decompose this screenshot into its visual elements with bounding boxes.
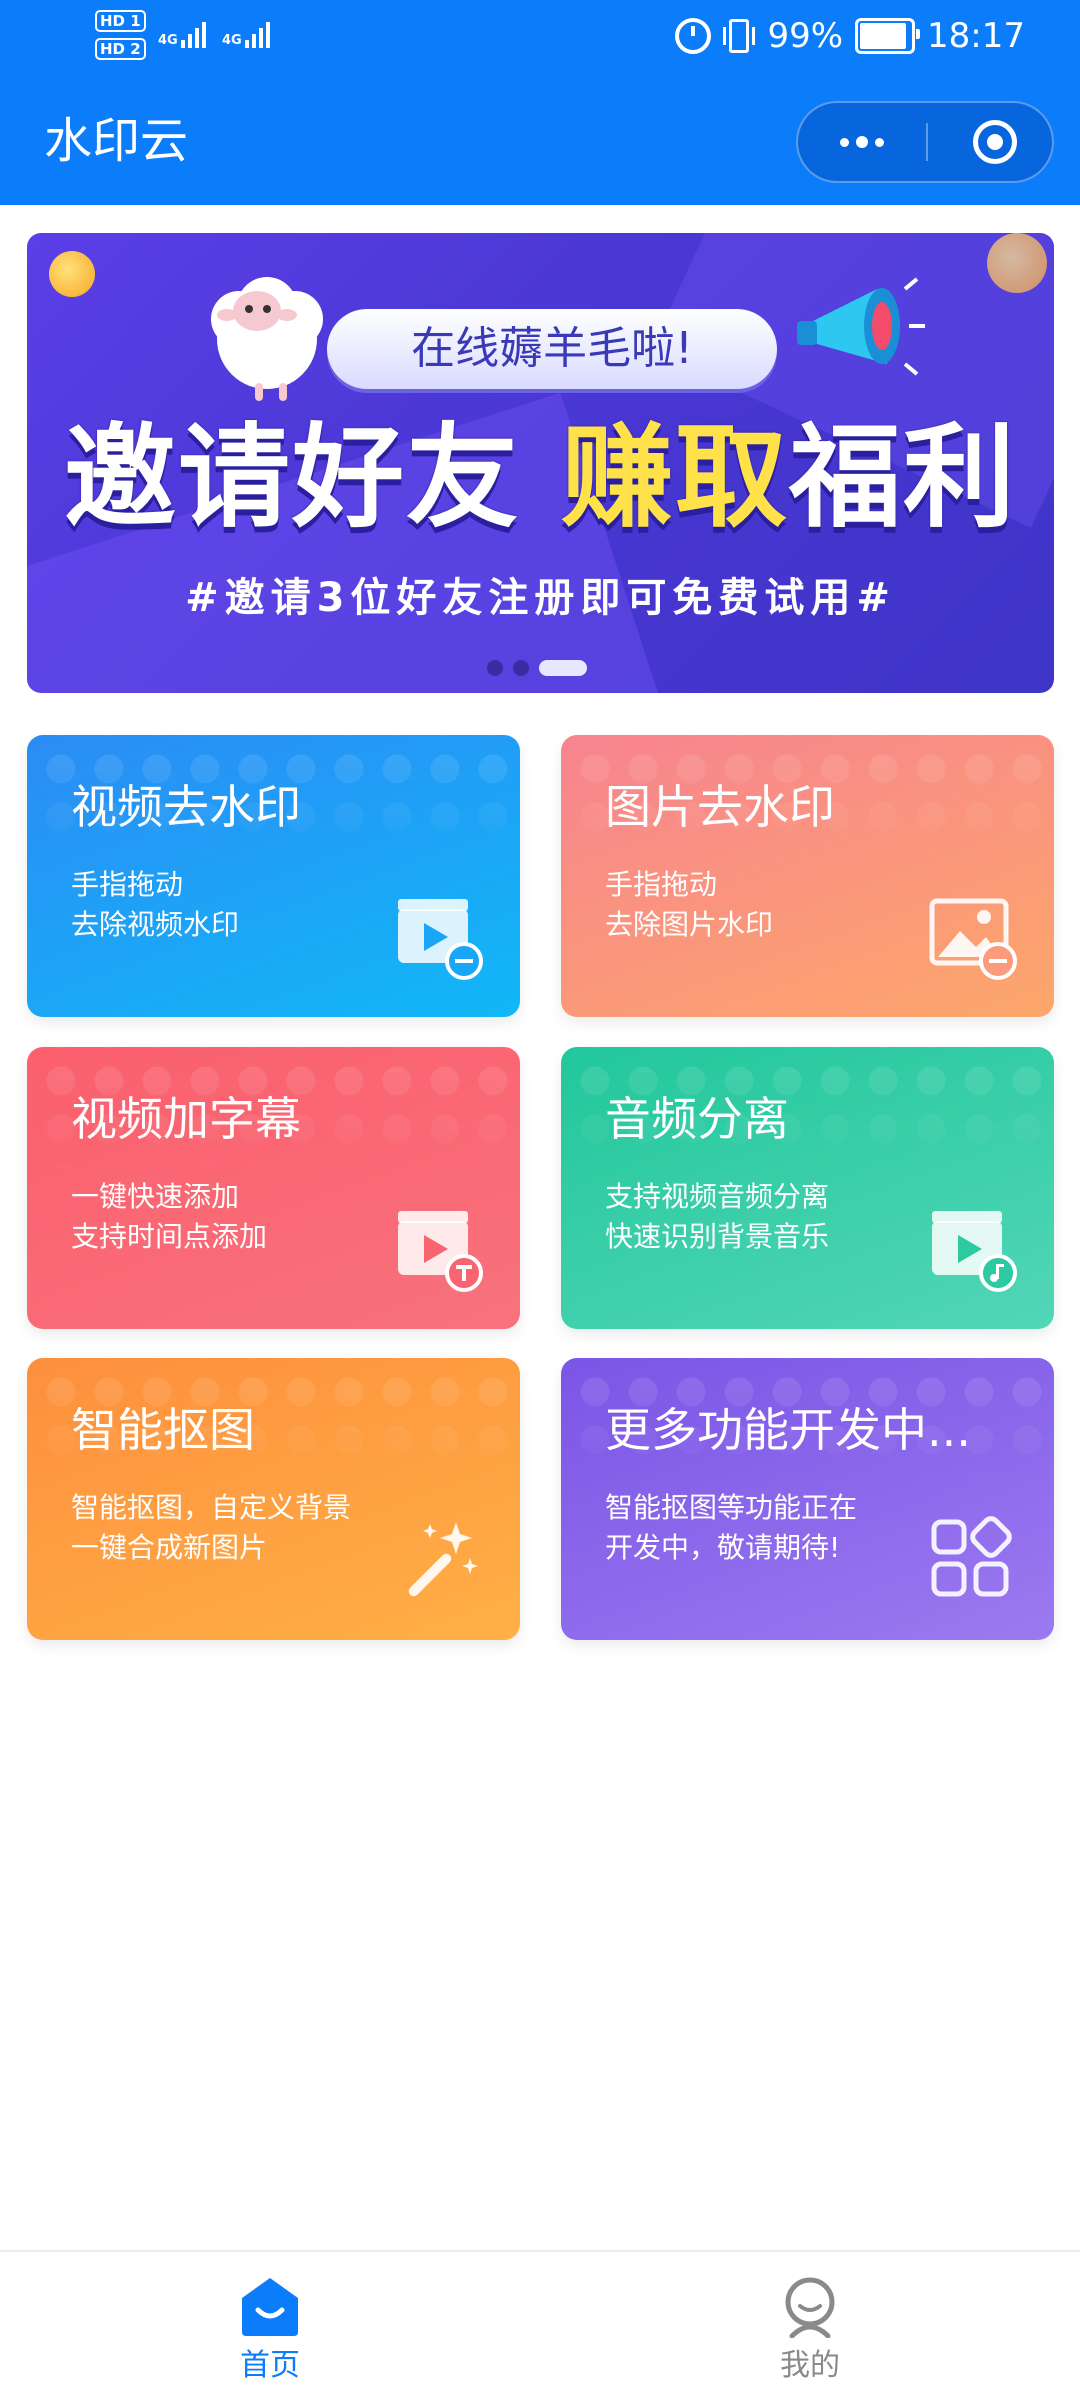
card-title: 更多功能开发中... — [605, 1403, 971, 1457]
promo-banner[interactable]: 在线薅羊毛啦! 邀请好友 赚取福利 #邀请3位好友注册即可免费试用# — [27, 233, 1054, 693]
card-desc-line: 快速识别背景音乐 — [605, 1220, 830, 1253]
feature-card-smart-cutout[interactable]: 智能抠图 智能抠图，自定义背景 一键合成新图片 — [27, 1358, 520, 1640]
feature-card-more-coming[interactable]: 更多功能开发中... 智能抠图等功能正在 开发中，敬请期待! — [561, 1358, 1054, 1640]
page-title: 水印云 — [44, 113, 189, 169]
card-title: 视频去水印 — [71, 780, 301, 834]
pagination-dot[interactable] — [487, 660, 503, 676]
feature-card-video-watermark[interactable]: 视频去水印 手指拖动 去除视频水印 — [27, 735, 520, 1017]
megaphone-icon — [797, 277, 925, 376]
capsule-divider — [926, 123, 928, 161]
card-desc-line: 智能抠图，自定义背景 — [71, 1491, 352, 1524]
banner-pagination — [487, 660, 587, 676]
bottom-tab-bar: 首页 我的 — [0, 2250, 1080, 2402]
pagination-dot[interactable] — [513, 660, 529, 676]
feature-card-audio-separate[interactable]: 音频分离 支持视频音频分离 快速识别背景音乐 — [561, 1047, 1054, 1329]
banner-subtitle: #邀请3位好友注册即可免费试用# — [185, 575, 896, 621]
pagination-dot-active[interactable] — [539, 660, 587, 676]
signal-icon-1: 4G — [158, 18, 206, 48]
battery-percent: 99% — [767, 16, 844, 56]
tab-home[interactable]: 首页 — [0, 2252, 540, 2402]
card-desc-line: 去除视频水印 — [71, 908, 240, 941]
card-description: 智能抠图，自定义背景 一键合成新图片 — [71, 1488, 351, 1568]
image-remove-icon — [929, 898, 1017, 980]
sim1-badge: HD 1 — [95, 10, 146, 32]
top-bar: HD 1 HD 2 4G 4G 99% 18:17 水印云 — [0, 0, 1080, 205]
more-button[interactable] — [798, 103, 926, 181]
home-icon — [242, 2278, 298, 2336]
card-description: 支持视频音频分离 快速识别背景音乐 — [605, 1177, 829, 1257]
headline-part-2: 福利 — [789, 413, 1017, 543]
close-miniprogram-button[interactable] — [973, 120, 1017, 164]
card-description: 智能抠图等功能正在 开发中，敬请期待! — [605, 1488, 857, 1568]
card-title: 智能抠图 — [71, 1403, 255, 1457]
card-desc-line: 智能抠图等功能正在 — [605, 1491, 858, 1524]
status-right: 99% 18:17 — [675, 14, 1025, 58]
sim-indicators: HD 1 HD 2 — [95, 10, 150, 66]
status-bar: HD 1 HD 2 4G 4G 99% 18:17 — [0, 0, 1080, 80]
feature-card-video-subtitle[interactable]: 视频加字幕 一键快速添加 支持时间点添加 — [27, 1047, 520, 1329]
banner-tagline: 在线薅羊毛啦! — [327, 309, 777, 389]
video-remove-icon — [398, 899, 483, 980]
magic-wand-icon — [408, 1522, 478, 1597]
vibrate-icon — [723, 19, 756, 53]
headline-part-1: 邀请好友 — [64, 413, 561, 543]
coin-icon — [987, 233, 1047, 293]
sim2-badge: HD 2 — [95, 38, 146, 60]
card-desc-line: 去除图片水印 — [605, 908, 774, 941]
card-description: 一键快速添加 支持时间点添加 — [71, 1177, 267, 1257]
network-type-2: 4G — [222, 33, 242, 48]
card-title: 音频分离 — [605, 1092, 789, 1146]
feature-card-image-watermark[interactable]: 图片去水印 手指拖动 去除图片水印 — [561, 735, 1054, 1017]
miniprogram-capsule — [796, 101, 1054, 183]
card-desc-line: 一键快速添加 — [71, 1180, 240, 1213]
card-desc-line: 一键合成新图片 — [71, 1531, 268, 1564]
audio-separate-icon — [932, 1211, 1017, 1292]
tab-home-label: 首页 — [240, 2348, 300, 2383]
card-description: 手指拖动 去除图片水印 — [605, 865, 773, 945]
card-desc-line: 支持时间点添加 — [71, 1220, 268, 1253]
tab-mine[interactable]: 我的 — [540, 2252, 1080, 2402]
card-title: 图片去水印 — [605, 780, 835, 834]
tab-mine-label: 我的 — [780, 2348, 840, 2383]
coin-icon — [49, 251, 95, 297]
apps-grid-icon — [931, 1516, 1012, 1597]
card-title: 视频加字幕 — [71, 1092, 301, 1146]
network-type-1: 4G — [158, 33, 178, 48]
card-desc-line: 手指拖动 — [605, 868, 718, 901]
signal-icon-2: 4G — [222, 18, 270, 48]
banner-headline: 邀请好友 赚取福利 — [27, 413, 1054, 543]
card-desc-line: 支持视频音频分离 — [605, 1180, 830, 1213]
video-subtitle-icon — [398, 1211, 483, 1292]
card-desc-line: 手指拖动 — [71, 868, 184, 901]
headline-highlight: 赚取 — [561, 413, 789, 543]
card-description: 手指拖动 去除视频水印 — [71, 865, 239, 945]
battery-icon — [855, 18, 921, 54]
clock: 18:17 — [927, 16, 1025, 56]
card-desc-line: 开发中，敬请期待! — [605, 1531, 841, 1564]
sheep-icon — [211, 277, 323, 401]
alarm-icon — [675, 18, 712, 54]
profile-icon — [785, 2277, 835, 2338]
